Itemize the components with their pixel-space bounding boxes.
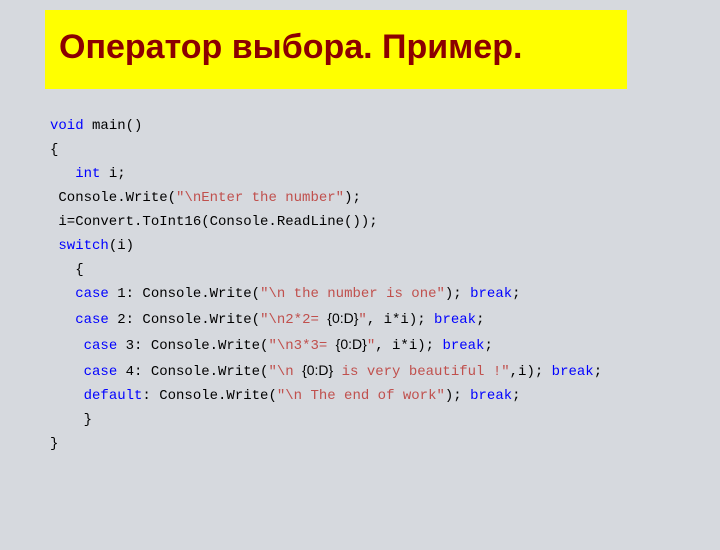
keyword-default: default xyxy=(84,388,143,404)
string-literal: \nEnter the number" xyxy=(184,190,344,206)
code-line-6: switch(i) xyxy=(50,234,720,258)
code-line-11: case 4: Console.Write("\n {0:D} is very … xyxy=(50,358,720,384)
code-line-3: int i; xyxy=(50,162,720,186)
code-line-4: Console.Write("\nEnter the number"); xyxy=(50,186,720,210)
code-block: void main() { int i; Console.Write("\nEn… xyxy=(50,114,720,456)
slide: Оператор выбора. Пример. void main() { i… xyxy=(0,10,720,550)
format-spec: {0:D} xyxy=(327,310,358,326)
slide-title: Оператор выбора. Пример. xyxy=(59,28,613,67)
keyword-int: int xyxy=(50,166,100,182)
keyword-break: break xyxy=(470,388,512,404)
keyword-case: case xyxy=(75,312,109,328)
code-line-1: void main() xyxy=(50,114,720,138)
keyword-break: break xyxy=(470,286,512,302)
format-spec: {0:D} xyxy=(336,336,367,352)
code-line-8: case 1: Console.Write("\n the number is … xyxy=(50,282,720,306)
code-line-10: case 3: Console.Write("\n3*3= {0:D}", i*… xyxy=(50,332,720,358)
keyword-switch: switch xyxy=(58,238,108,254)
format-spec: {0:D} xyxy=(302,362,333,378)
code-line-7: { xyxy=(50,258,720,282)
code-line-9: case 2: Console.Write("\n2*2= {0:D}", i*… xyxy=(50,306,720,332)
keyword-case: case xyxy=(84,338,118,354)
keyword-break: break xyxy=(434,312,476,328)
keyword-void: void xyxy=(50,118,84,134)
keyword-break: break xyxy=(552,364,594,380)
keyword-case: case xyxy=(84,364,118,380)
keyword-break: break xyxy=(442,338,484,354)
code-line-2: { xyxy=(50,138,720,162)
code-line-5: i=Convert.ToInt16(Console.ReadLine()); xyxy=(50,210,720,234)
code-line-14: } xyxy=(50,432,720,456)
title-box: Оператор выбора. Пример. xyxy=(45,10,627,89)
code-line-12: default: Console.Write("\n The end of wo… xyxy=(50,384,720,408)
keyword-case: case xyxy=(75,286,109,302)
code-line-13: } xyxy=(50,408,720,432)
